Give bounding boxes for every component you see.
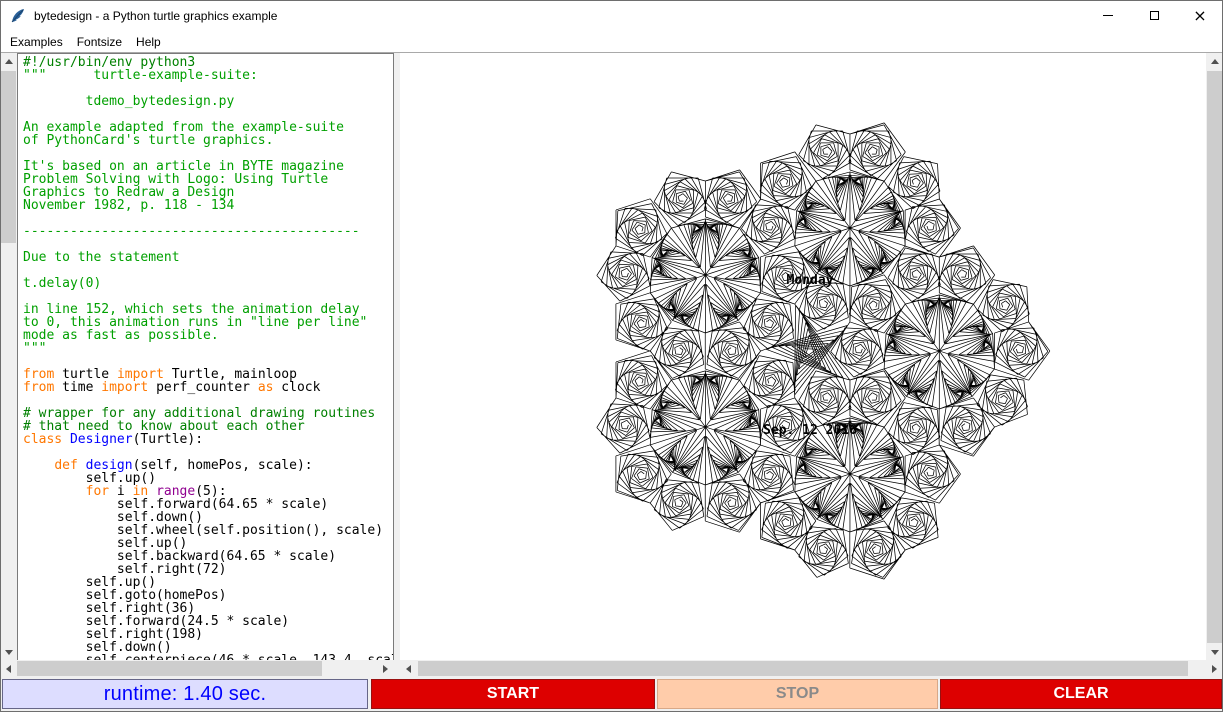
- code-editor[interactable]: #!/usr/bin/env python3""" turtle-example…: [17, 53, 394, 661]
- maximize-button[interactable]: [1131, 0, 1177, 31]
- code-line: of PythonCard's turtle graphics.: [23, 134, 393, 147]
- close-icon: ×: [1193, 8, 1206, 24]
- window-controls: ×: [1085, 0, 1223, 31]
- editor-scroll-left-button[interactable]: [0, 660, 17, 677]
- code-line: """ turtle-example-suite:: [23, 69, 393, 82]
- menu-item-help[interactable]: Help: [129, 33, 168, 51]
- menu-item-examples[interactable]: Examples: [3, 33, 70, 51]
- turtle-canvas[interactable]: [400, 53, 1206, 661]
- code-line: Due to the statement: [23, 251, 393, 264]
- up-arrow-icon: [1211, 59, 1219, 64]
- canvas-hscrollbar[interactable]: [400, 660, 1223, 677]
- maximize-icon: [1150, 11, 1159, 20]
- code-line: from time import perf_counter as clock: [23, 381, 393, 394]
- title-bar: bytedesign - a Python turtle graphics ex…: [0, 0, 1223, 31]
- code-line: t.delay(0): [23, 277, 393, 290]
- menu-bar: Examples Fontsize Help: [0, 31, 1223, 52]
- canvas-vscroll-thumb[interactable]: [1207, 71, 1222, 643]
- canvas-vscrollbar[interactable]: [1206, 53, 1223, 661]
- minimize-icon: [1103, 15, 1113, 16]
- code-line: mode as fast as possible.: [23, 329, 393, 342]
- left-arrow-icon: [6, 665, 11, 673]
- code-line: """: [23, 342, 393, 355]
- down-arrow-icon: [1211, 650, 1219, 655]
- feather-icon: [10, 8, 26, 24]
- left-arrow-icon: [406, 665, 411, 673]
- start-button[interactable]: START: [371, 679, 655, 709]
- editor-vscroll-thumb[interactable]: [1, 71, 16, 243]
- runtime-label: runtime: 1.40 sec.: [2, 679, 368, 709]
- editor-scroll-right-button[interactable]: [377, 660, 394, 677]
- canvas-scroll-left-button[interactable]: [400, 660, 417, 677]
- stop-button[interactable]: STOP: [657, 679, 938, 709]
- close-button[interactable]: ×: [1177, 0, 1223, 31]
- hscrollbar-row: [0, 660, 1223, 677]
- menu-item-fontsize[interactable]: Fontsize: [70, 33, 129, 51]
- app-icon: [10, 8, 26, 24]
- canvas-hscroll-thumb[interactable]: [418, 661, 1188, 676]
- canvas-scroll-right-button[interactable]: [1206, 660, 1223, 677]
- right-arrow-icon: [1212, 665, 1217, 673]
- right-arrow-icon: [383, 665, 388, 673]
- editor-scroll-down-button[interactable]: [0, 644, 17, 661]
- canvas-scroll-up-button[interactable]: [1206, 53, 1223, 70]
- code-line: ----------------------------------------…: [23, 225, 393, 238]
- editor-hscroll-thumb[interactable]: [17, 661, 322, 676]
- status-bar: runtime: 1.40 sec. START STOP CLEAR: [0, 677, 1223, 712]
- down-arrow-icon: [5, 650, 13, 655]
- window-title: bytedesign - a Python turtle graphics ex…: [34, 9, 277, 23]
- editor-vscrollbar[interactable]: [0, 53, 17, 661]
- up-arrow-icon: [5, 59, 13, 64]
- minimize-button[interactable]: [1085, 0, 1131, 31]
- editor-scroll-up-button[interactable]: [0, 53, 17, 70]
- canvas-scroll-down-button[interactable]: [1206, 644, 1223, 661]
- code-line: tdemo_bytedesign.py: [23, 95, 393, 108]
- clear-button[interactable]: CLEAR: [940, 679, 1222, 709]
- code-line: November 1982, p. 118 - 134: [23, 199, 393, 212]
- main-area: #!/usr/bin/env python3""" turtle-example…: [0, 52, 1223, 660]
- code-line: class Designer(Turtle):: [23, 433, 393, 446]
- editor-hscrollbar[interactable]: [0, 660, 394, 677]
- code-text: #!/usr/bin/env python3""" turtle-example…: [18, 54, 393, 661]
